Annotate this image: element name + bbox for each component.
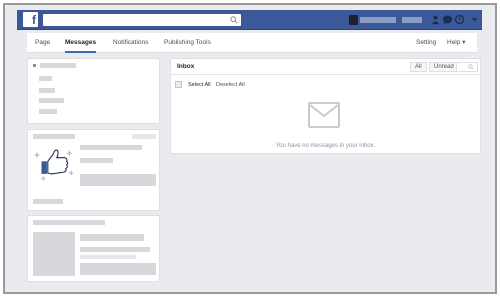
- card-title-placeholder: [33, 134, 75, 139]
- inbox-title: Inbox: [177, 63, 195, 70]
- avatar[interactable]: [349, 15, 358, 25]
- list-item[interactable]: [39, 98, 64, 103]
- list-item[interactable]: [39, 88, 55, 93]
- post-text-placeholder: [80, 255, 136, 259]
- search-icon[interactable]: [230, 16, 238, 24]
- filter-unread-button[interactable]: Unread: [429, 62, 459, 72]
- screenshot-frame: f Page Messages Notifications Publishing…: [3, 3, 497, 294]
- sidebar-post-card: [27, 215, 160, 282]
- help-menu[interactable]: Help ▾: [447, 33, 465, 53]
- footer-link-placeholder[interactable]: [33, 199, 63, 204]
- card-title-placeholder: [40, 63, 76, 68]
- empty-inbox-message: You have no messages in your inbox.: [275, 143, 376, 149]
- envelope-icon: [308, 102, 340, 128]
- card-title-placeholder: [33, 220, 105, 225]
- search-icon[interactable]: [468, 64, 474, 70]
- select-all-checkbox[interactable]: [175, 81, 182, 88]
- flag-icon: [33, 64, 36, 67]
- list-item[interactable]: [39, 109, 57, 114]
- filter-all-button[interactable]: All: [410, 62, 427, 72]
- page-nav: Page Messages Notifications Publishing T…: [27, 33, 477, 53]
- sidebar-likes-card: [27, 129, 160, 211]
- dropdown-arrow-icon[interactable]: [469, 14, 480, 25]
- deselect-all-link[interactable]: Deselect All: [216, 82, 245, 88]
- list-item[interactable]: [39, 76, 52, 81]
- search-input[interactable]: [43, 14, 241, 26]
- user-name-placeholder[interactable]: [360, 17, 396, 23]
- friends-icon[interactable]: [430, 14, 441, 25]
- tab-publishing-tools[interactable]: Publishing Tools: [164, 33, 211, 53]
- inbox-search-input[interactable]: [456, 62, 478, 72]
- post-text-placeholder: [80, 234, 144, 241]
- tab-notifications[interactable]: Notifications: [113, 33, 148, 53]
- card-link-placeholder[interactable]: [132, 134, 156, 139]
- notifications-icon[interactable]: [454, 14, 465, 25]
- messages-icon[interactable]: [442, 14, 453, 25]
- inbox-header: Inbox All Unread: [171, 59, 480, 75]
- action-button-placeholder[interactable]: [80, 174, 156, 186]
- select-all-link[interactable]: Select All: [188, 82, 211, 88]
- stat-placeholder: [80, 158, 113, 163]
- action-button-placeholder[interactable]: [80, 263, 156, 275]
- post-text-placeholder: [80, 247, 150, 252]
- inbox-panel: Inbox All Unread Select All Deselect All…: [170, 58, 481, 154]
- facebook-logo[interactable]: f: [23, 12, 38, 27]
- post-image-placeholder[interactable]: [33, 232, 75, 276]
- top-bar: f: [17, 10, 482, 30]
- settings-link[interactable]: Setting: [416, 33, 436, 53]
- home-link-placeholder[interactable]: [402, 17, 422, 23]
- tab-page[interactable]: Page: [35, 33, 50, 53]
- sidebar-page-card: [27, 58, 160, 124]
- tab-messages[interactable]: Messages: [65, 33, 97, 53]
- thumbs-up-icon: [33, 149, 74, 182]
- stat-placeholder: [80, 145, 142, 150]
